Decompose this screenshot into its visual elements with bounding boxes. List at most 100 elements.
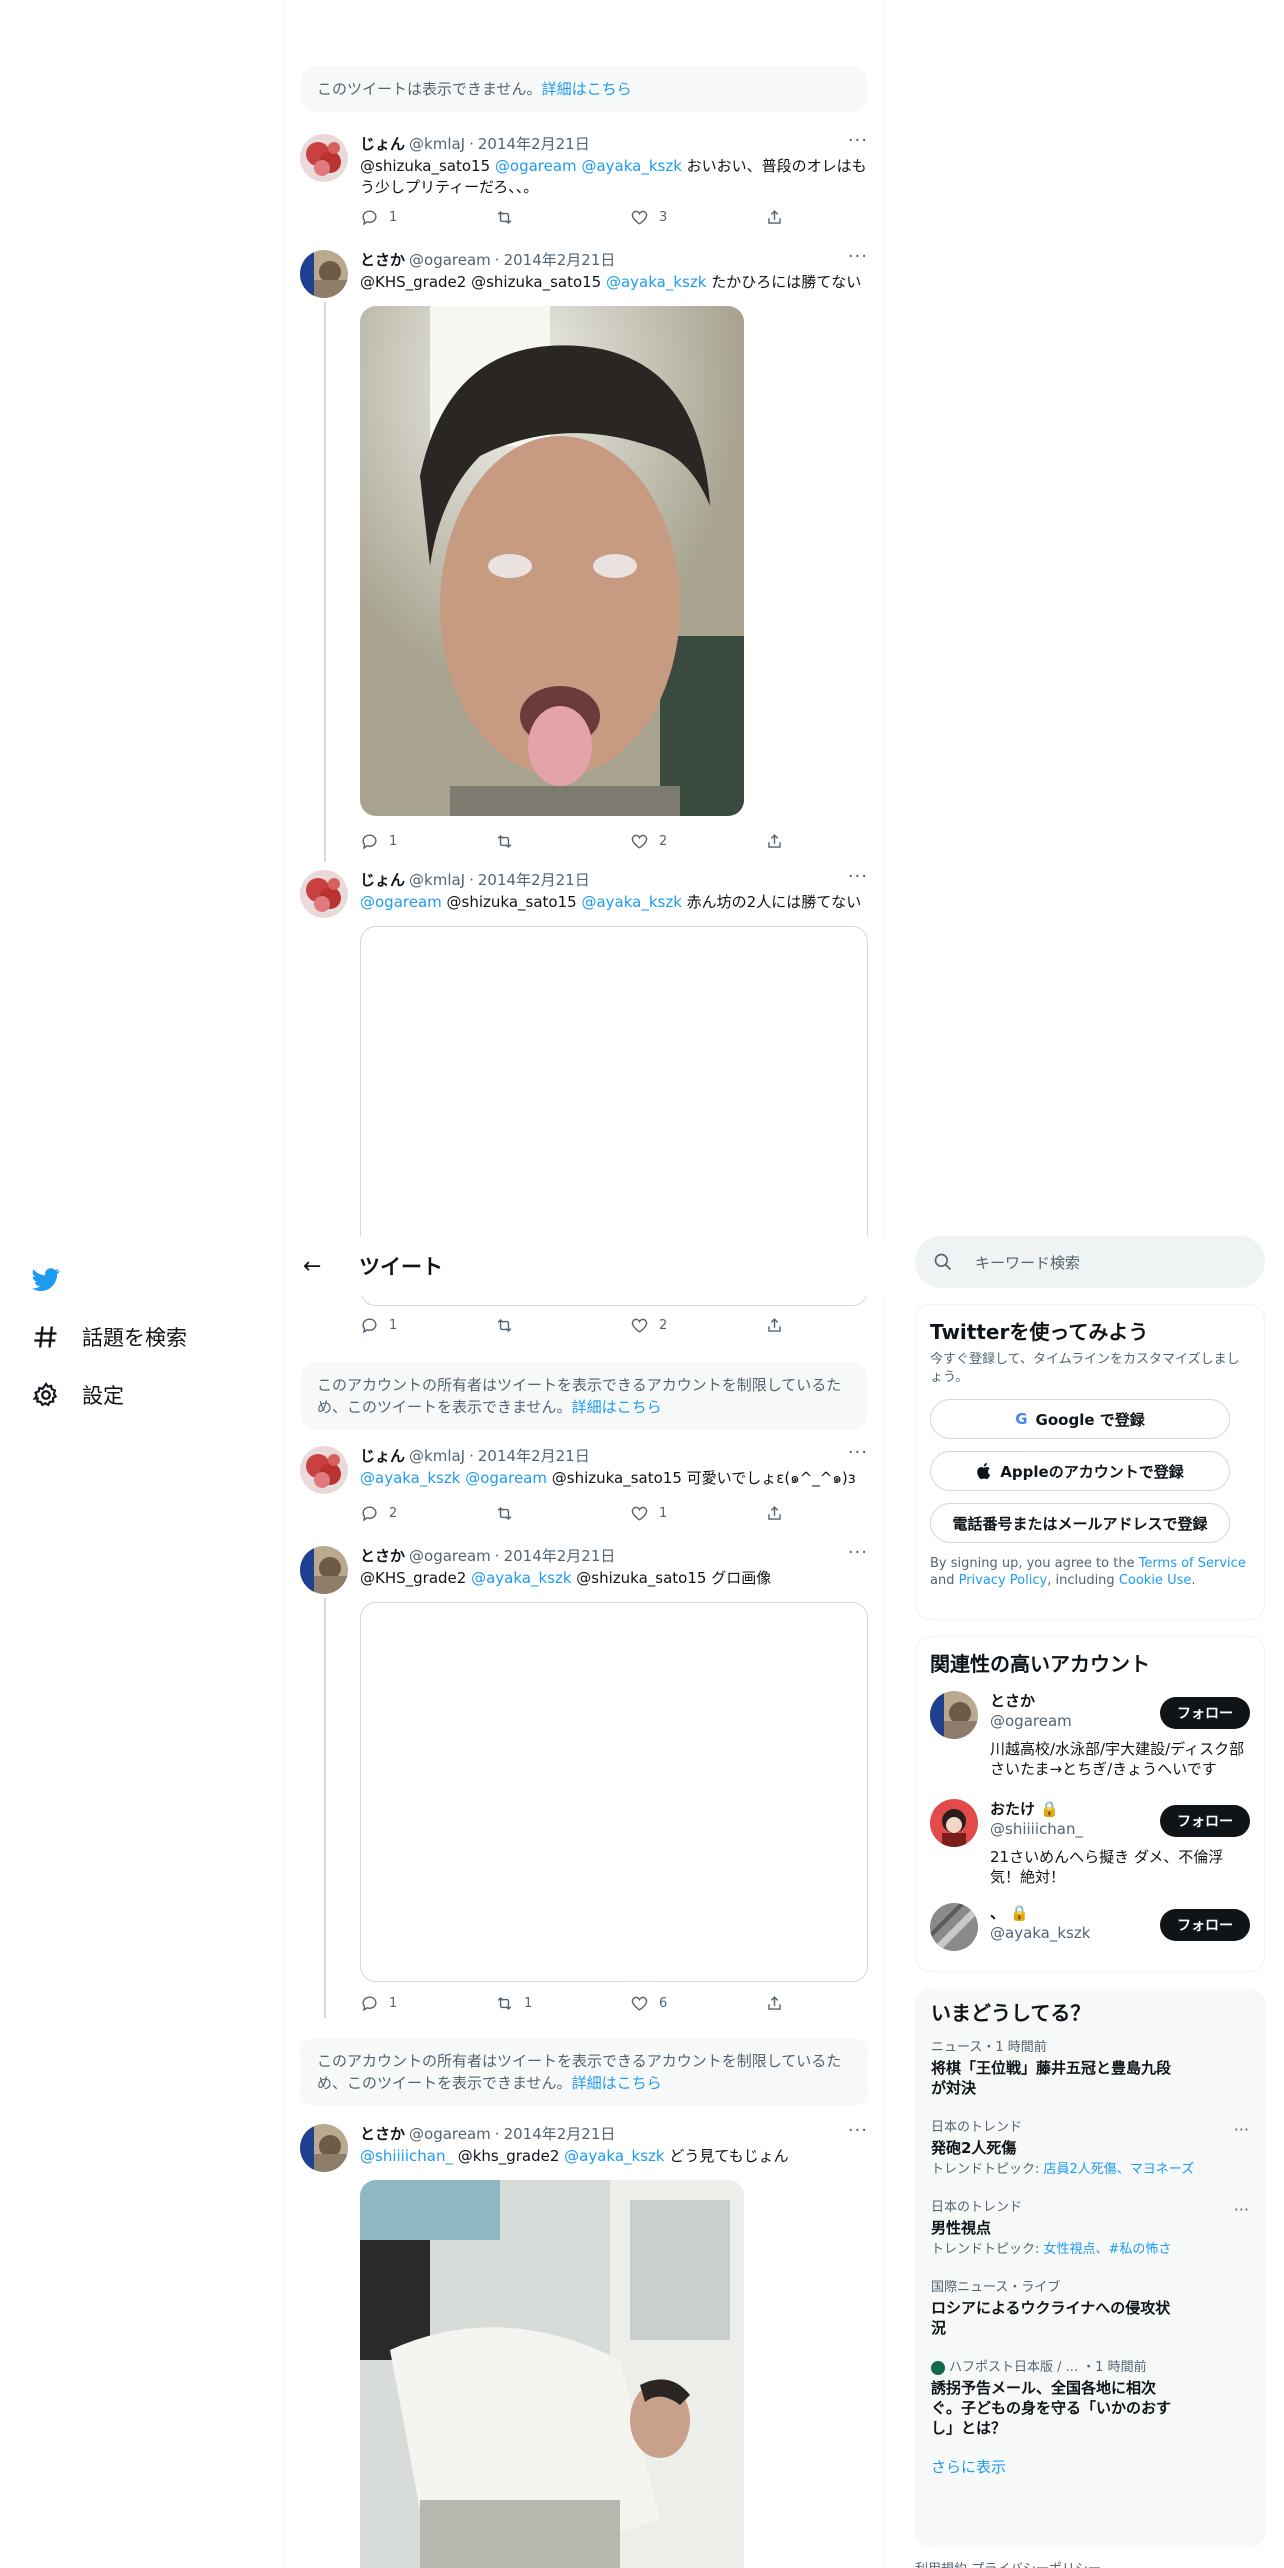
author-name[interactable]: じょん <box>360 134 405 154</box>
trend-item[interactable]: 国際ニュース・ライブ ロシアによるウクライナへの侵攻状況 <box>931 2280 1249 2338</box>
author-name[interactable]: とさか <box>360 1546 405 1566</box>
author-name[interactable]: とさか <box>360 250 405 270</box>
avatar[interactable] <box>930 1903 978 1951</box>
tweet-media-placeholder[interactable] <box>360 1602 868 1982</box>
tweet-date[interactable]: 2014年2月21日 <box>504 250 616 270</box>
share-button[interactable] <box>765 1504 785 1523</box>
tweet[interactable]: とさか @ogaream · 2014年2月21日 ··· @shiiiicha… <box>300 2122 870 2568</box>
learn-more-link[interactable]: 詳細はこちら <box>572 2074 662 2092</box>
author-handle[interactable]: @kmlaJ <box>409 134 465 154</box>
reply-button[interactable]: 1 <box>360 1994 460 2013</box>
reply-button[interactable]: 1 <box>360 832 460 851</box>
author-name[interactable]: じょん <box>360 1446 405 1466</box>
tweet[interactable]: じょん @kmlaJ · 2014年2月21日 ··· @ayaka_kszk … <box>300 1444 870 1526</box>
more-icon[interactable]: ··· <box>848 2122 868 2140</box>
account-item[interactable]: とさか @ogaream 川越高校/水泳部/宇大建設/ディスク部 さいたま→とち… <box>930 1691 1250 1781</box>
more-icon[interactable]: ··· <box>1234 2200 1249 2219</box>
retweet-button[interactable] <box>495 208 595 227</box>
twitter-logo[interactable] <box>32 1250 272 1308</box>
tweet-date[interactable]: 2014年2月21日 <box>504 1546 616 1566</box>
mention-link[interactable]: @ayaka_kszk <box>471 1569 571 1587</box>
more-icon[interactable]: ··· <box>848 868 868 886</box>
more-icon[interactable]: ··· <box>1234 2120 1249 2139</box>
trend-item[interactable]: ニュース・1 時間前 将棋「王位戦」藤井五冠と豊島九段が対決 <box>931 2040 1249 2098</box>
learn-more-link[interactable]: 詳細はこちら <box>572 1398 662 1416</box>
trend-item[interactable]: ハフポスト日本版 / ... ・1 時間前 誘拐予告メール、全国各地に相次ぐ。子… <box>931 2360 1249 2438</box>
nav-settings[interactable]: 設定 <box>32 1366 272 1424</box>
follow-button[interactable]: フォロー <box>1160 1909 1250 1941</box>
follow-button[interactable]: フォロー <box>1160 1805 1250 1837</box>
account-item[interactable]: 、 🔒 @ayaka_kszk フォロー <box>930 1903 1250 1953</box>
privacy-link[interactable]: Privacy Policy <box>959 1573 1048 1588</box>
mention-link[interactable]: @ogaream <box>465 1469 547 1487</box>
reply-button[interactable]: 1 <box>360 208 460 227</box>
learn-more-link[interactable]: 詳細はこちら <box>542 80 632 98</box>
trend-item[interactable]: 日本のトレンド 発砲2人死傷 トレンドトピック: 店員2人死傷、マヨネーズ ··… <box>931 2120 1249 2178</box>
cookie-link[interactable]: Cookie Use <box>1119 1573 1192 1588</box>
author-handle[interactable]: @kmlaJ <box>409 870 465 890</box>
share-button[interactable] <box>765 1994 785 2013</box>
retweet-button[interactable]: 1 <box>495 1994 595 2013</box>
more-icon[interactable]: ··· <box>848 1544 868 1562</box>
avatar[interactable] <box>930 1691 978 1739</box>
avatar[interactable] <box>930 1799 978 1847</box>
like-button[interactable]: 1 <box>630 1504 730 1523</box>
mention-link[interactable]: @shiiiichan_ <box>360 2147 453 2165</box>
account-name[interactable]: 、 🔒 <box>990 1903 1029 1923</box>
author-handle[interactable]: @kmlaJ <box>409 1446 465 1466</box>
apple-signup-button[interactable]: Appleのアカウントで登録 <box>930 1451 1230 1491</box>
retweet-button[interactable] <box>495 1316 595 1335</box>
more-icon[interactable]: ··· <box>848 248 868 266</box>
more-icon[interactable]: ··· <box>848 132 868 150</box>
mention-link[interactable]: @ayaka_kszk <box>606 273 706 291</box>
author-handle[interactable]: @ogaream <box>409 1546 491 1566</box>
like-button[interactable]: 2 <box>630 1316 730 1335</box>
search-box[interactable]: キーワード検索 <box>915 1236 1265 1288</box>
tweet-photo[interactable] <box>360 306 744 816</box>
tweet-date[interactable]: 2014年2月21日 <box>478 1446 590 1466</box>
like-button[interactable]: 3 <box>630 208 730 227</box>
author-handle[interactable]: @ogaream <box>409 250 491 270</box>
trend-item[interactable]: 日本のトレンド 男性視点 トレンドトピック: 女性視点、#私の怖さ ··· <box>931 2200 1249 2258</box>
account-item[interactable]: おたけ 🔒 @shiiiichan_ 21さいめんへら擬き ダメ、不倫浮気！絶対… <box>930 1799 1250 1889</box>
show-more-link[interactable]: さらに表示 <box>931 2456 1249 2477</box>
tweet[interactable]: とさか @ogaream · 2014年2月21日 ··· @KHS_grade… <box>300 1544 870 2036</box>
avatar[interactable] <box>300 1546 348 1594</box>
mention-link[interactable]: @ayaka_kszk <box>581 157 681 175</box>
reply-button[interactable]: 2 <box>360 1504 460 1523</box>
author-handle[interactable]: @ogaream <box>409 2124 491 2144</box>
avatar[interactable] <box>300 1446 348 1494</box>
reply-button[interactable]: 1 <box>360 1316 460 1335</box>
tweet[interactable]: とさか @ogaream · 2014年2月21日 ··· @KHS_grade… <box>300 248 870 851</box>
phone-email-signup-button[interactable]: 電話番号またはメールアドレスで登録 <box>930 1503 1230 1543</box>
share-button[interactable] <box>765 832 785 851</box>
like-button[interactable]: 6 <box>630 1994 730 2013</box>
mention-link[interactable]: @ayaka_kszk <box>564 2147 664 2165</box>
footer-links[interactable]: 利用規約 プライバシーポリシー <box>915 2558 1265 2568</box>
mention-link[interactable]: @ogaream <box>495 157 577 175</box>
author-name[interactable]: とさか <box>360 2124 405 2144</box>
tweet-photo[interactable] <box>360 2180 744 2568</box>
retweet-button[interactable] <box>495 832 595 851</box>
terms-link[interactable]: Terms of Service <box>1139 1556 1246 1571</box>
trend-topic-link[interactable]: 店員2人死傷、マヨネーズ <box>1044 2162 1195 2177</box>
trend-topic-link[interactable]: 女性視点、#私の怖さ <box>1044 2242 1172 2257</box>
author-name[interactable]: じょん <box>360 870 405 890</box>
mention-link[interactable]: @ogaream <box>360 893 442 911</box>
account-name[interactable]: とさか <box>990 1691 1035 1711</box>
avatar[interactable] <box>300 870 348 918</box>
avatar[interactable] <box>300 250 348 298</box>
avatar[interactable] <box>300 134 348 182</box>
account-handle[interactable]: @shiiiichan_ <box>990 1819 1083 1839</box>
account-handle[interactable]: @ayaka_kszk <box>990 1923 1090 1943</box>
share-button[interactable] <box>765 208 785 227</box>
nav-explore[interactable]: 話題を検索 <box>32 1308 272 1366</box>
avatar[interactable] <box>300 2124 348 2172</box>
mention-link[interactable]: @ayaka_kszk <box>360 1469 460 1487</box>
account-name[interactable]: おたけ 🔒 <box>990 1799 1059 1819</box>
more-icon[interactable]: ··· <box>848 1444 868 1462</box>
share-button[interactable] <box>765 1316 785 1335</box>
follow-button[interactable]: フォロー <box>1160 1697 1250 1729</box>
tweet-date[interactable]: 2014年2月21日 <box>478 870 590 890</box>
retweet-button[interactable] <box>495 1504 595 1523</box>
